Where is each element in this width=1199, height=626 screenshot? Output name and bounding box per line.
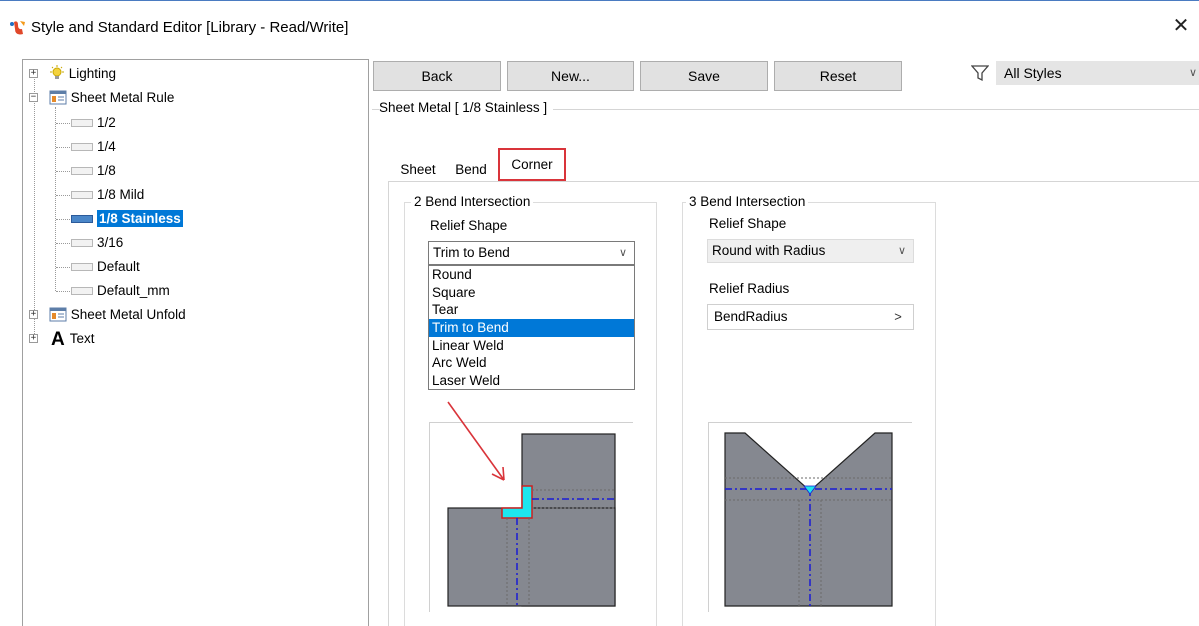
tree-item-lighting[interactable]: Lighting bbox=[49, 63, 116, 85]
filter-icon bbox=[971, 65, 989, 82]
title-bar: Style and Standard Editor [Library - Rea… bbox=[0, 0, 1199, 56]
tree-label: 1/4 bbox=[97, 139, 116, 154]
style-header: Sheet Metal [ 1/8 Stainless ] bbox=[379, 100, 554, 115]
tree-connector bbox=[56, 171, 70, 172]
option-round[interactable]: Round bbox=[429, 266, 634, 284]
chevron-down-icon: ∨ bbox=[897, 245, 906, 257]
relief-radius-label: Relief Radius bbox=[709, 281, 790, 296]
tree-item-1-8-stainless[interactable]: 1/8 Stainless bbox=[71, 208, 183, 230]
tree-child-line bbox=[55, 107, 56, 291]
tree-label: 3/16 bbox=[97, 235, 124, 250]
tree-label-selected: 1/8 Stainless bbox=[97, 210, 183, 227]
tree-item-3-16[interactable]: 3/16 bbox=[71, 232, 123, 254]
reset-button[interactable]: Reset bbox=[774, 61, 902, 91]
tree-item-default[interactable]: Default bbox=[71, 256, 140, 278]
option-tear[interactable]: Tear bbox=[429, 301, 634, 319]
tree-item-sheet-metal-rule[interactable]: Sheet Metal Rule bbox=[49, 87, 174, 109]
tree-label: 1/2 bbox=[97, 115, 116, 130]
tree-item-1-8[interactable]: 1/8 bbox=[71, 160, 116, 182]
annotation-arrow-icon bbox=[447, 401, 505, 481]
tree-label-lighting: Lighting bbox=[68, 66, 117, 81]
three-bend-legend: 3 Bend Intersection bbox=[686, 194, 809, 209]
style-leaf-icon bbox=[71, 167, 93, 176]
two-bend-legend: 2 Bend Intersection bbox=[411, 194, 534, 209]
style-filter-select[interactable]: All Styles ∨ bbox=[996, 61, 1199, 85]
window-title: Style and Standard Editor [Library - Rea… bbox=[31, 19, 349, 36]
tree-label: Default bbox=[97, 259, 140, 274]
back-button[interactable]: Back bbox=[373, 61, 501, 91]
style-tree: + Lighting − Sheet Metal Rule 1/2 1/4 1/… bbox=[22, 59, 369, 626]
tab-corner[interactable]: Corner bbox=[498, 148, 566, 181]
sheet-metal-unfold-icon bbox=[49, 307, 67, 322]
three-bend-relief-shape-label: Relief Shape bbox=[709, 216, 787, 231]
tree-item-1-8-mild[interactable]: 1/8 Mild bbox=[71, 184, 144, 206]
tree-root-line bbox=[34, 74, 35, 338]
tree-label: 1/8 Mild bbox=[97, 187, 145, 202]
chevron-down-icon: ∨ bbox=[618, 247, 627, 259]
option-arc-weld[interactable]: Arc Weld bbox=[429, 354, 634, 372]
relief-radius-value: BendRadius bbox=[714, 309, 788, 324]
style-filter-value: All Styles bbox=[1004, 65, 1062, 81]
relief-shape-dropdown: Round Square Tear Trim to Bend Linear We… bbox=[428, 265, 635, 390]
tree-item-default-mm[interactable]: Default_mm bbox=[71, 280, 170, 302]
two-bend-relief-shape-value: Trim to Bend bbox=[433, 245, 510, 260]
three-bend-relief-shape-value: Round with Radius bbox=[712, 243, 826, 258]
option-square[interactable]: Square bbox=[429, 284, 634, 302]
option-linear-weld[interactable]: Linear Weld bbox=[429, 337, 634, 355]
close-button[interactable]: ✕ bbox=[1170, 15, 1192, 37]
tree-label: Default_mm bbox=[97, 283, 170, 298]
style-leaf-icon bbox=[71, 263, 93, 272]
option-laser-weld[interactable]: Laser Weld bbox=[429, 372, 634, 390]
app-icon bbox=[10, 21, 25, 35]
style-leaf-icon bbox=[71, 143, 93, 152]
tab-sheet[interactable]: Sheet bbox=[395, 158, 441, 182]
tree-item-text[interactable]: A Text bbox=[51, 328, 95, 350]
tree-label: 1/8 bbox=[97, 163, 116, 178]
style-leaf-icon bbox=[71, 119, 93, 128]
tree-item-sheet-metal-unfold[interactable]: Sheet Metal Unfold bbox=[49, 304, 186, 326]
relief-radius-field[interactable]: BendRadius > bbox=[707, 304, 914, 330]
three-bend-relief-shape-select[interactable]: Round with Radius ∨ bbox=[707, 239, 914, 263]
tree-label-sheet-metal-unfold: Sheet Metal Unfold bbox=[70, 307, 186, 322]
sheet-metal-style-icon bbox=[49, 90, 67, 105]
text-expander[interactable]: + bbox=[29, 334, 38, 343]
tree-connector bbox=[56, 243, 70, 244]
save-button[interactable]: Save bbox=[640, 61, 768, 91]
tree-connector bbox=[56, 123, 70, 124]
lighting-expander[interactable]: + bbox=[29, 69, 38, 78]
tree-label-text: Text bbox=[69, 331, 95, 346]
tree-connector bbox=[56, 219, 70, 220]
tab-bend[interactable]: Bend bbox=[449, 158, 493, 182]
tree-connector bbox=[56, 291, 70, 292]
tree-connector bbox=[56, 195, 70, 196]
tree-item-1-4[interactable]: 1/4 bbox=[71, 136, 116, 158]
two-bend-relief-shape-select[interactable]: Trim to Bend ∨ bbox=[428, 241, 635, 265]
tree-label-sheet-metal-rule: Sheet Metal Rule bbox=[70, 90, 175, 105]
tree-connector bbox=[56, 267, 70, 268]
text-style-icon: A bbox=[51, 329, 65, 350]
style-leaf-icon bbox=[71, 239, 93, 248]
new-button[interactable]: New... bbox=[507, 61, 634, 91]
tree-connector bbox=[56, 147, 70, 148]
two-bend-relief-shape-label: Relief Shape bbox=[430, 218, 508, 233]
relief-radius-expand-button[interactable]: > bbox=[883, 305, 913, 329]
option-trim-to-bend[interactable]: Trim to Bend bbox=[429, 319, 634, 337]
style-leaf-icon bbox=[71, 287, 93, 296]
style-leaf-icon bbox=[71, 191, 93, 200]
tree-item-1-2[interactable]: 1/2 bbox=[71, 112, 116, 134]
chevron-down-icon: ∨ bbox=[1188, 67, 1197, 79]
sheet-metal-unfold-expander[interactable]: + bbox=[29, 310, 38, 319]
three-bend-preview-image bbox=[708, 422, 912, 612]
active-style-icon bbox=[71, 215, 93, 224]
sheet-metal-rule-expander[interactable]: − bbox=[29, 93, 38, 102]
lightbulb-icon bbox=[50, 65, 64, 79]
